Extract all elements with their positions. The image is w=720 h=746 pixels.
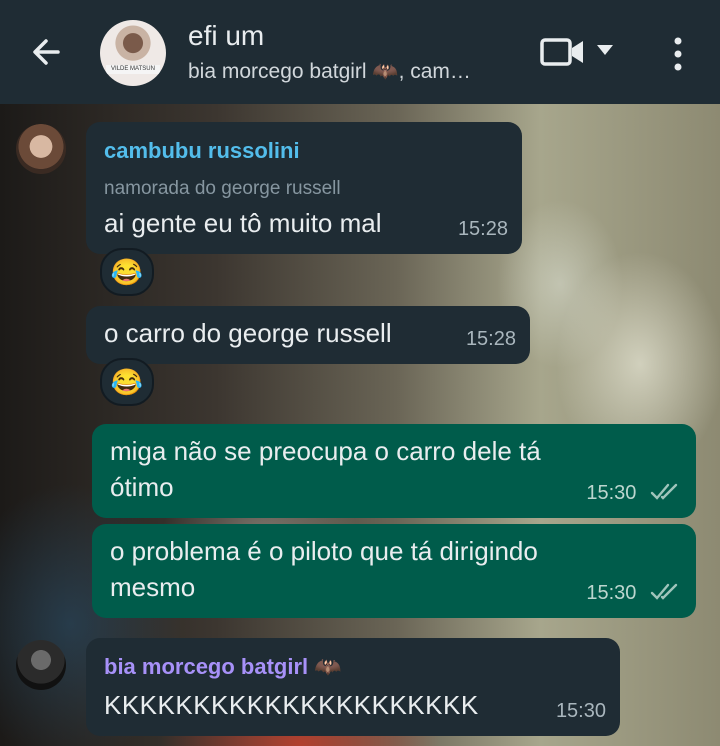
message-bubble[interactable]: cambubu russolini namorada do george rus… xyxy=(86,122,522,254)
video-camera-icon[interactable] xyxy=(540,36,586,68)
sender-name[interactable]: cambubu russolini xyxy=(104,134,300,168)
message-text-line: o problema é o piloto que tá dirigindo xyxy=(110,536,538,566)
message-text: o carro do george russell xyxy=(104,318,392,348)
caret-down-icon[interactable] xyxy=(596,44,614,56)
group-members[interactable]: bia morcego batgirl 🦇, cam… xyxy=(188,60,471,84)
double-check-icon xyxy=(650,483,678,500)
arrow-left-icon[interactable] xyxy=(28,34,64,70)
message-time: 15:30 xyxy=(586,582,637,604)
chat-header: VILDE MATSUN efi um bia morcego batgirl … xyxy=(0,0,720,104)
message-text: KKKKKKKKKKKKKKKKKKKKK xyxy=(104,690,479,720)
message-text-line: ótimo xyxy=(110,472,174,502)
sender-avatar-bia[interactable] xyxy=(16,640,66,690)
message-text-line: miga não se preocupa o carro dele tá xyxy=(110,436,541,466)
group-avatar-caption: VILDE MATSUN xyxy=(106,65,160,74)
more-vertical-icon[interactable] xyxy=(670,36,686,72)
reaction-badge[interactable]: 😂 xyxy=(100,358,154,406)
message-bubble-outgoing[interactable]: o problema é o piloto que tá dirigindo m… xyxy=(92,524,696,618)
message-meta: 15:30 xyxy=(586,476,680,510)
double-check-icon xyxy=(650,583,678,600)
message-time: 15:30 xyxy=(555,700,606,722)
message-text: ai gente eu tô muito mal xyxy=(104,208,382,238)
message-time: 15:30 xyxy=(586,482,637,504)
laughing-emoji-icon: 😂 xyxy=(110,257,144,287)
laughing-emoji-icon: 😂 xyxy=(110,367,144,397)
message-meta: 15:30 xyxy=(586,576,680,610)
message-bubble[interactable]: o carro do george russell 15:28 xyxy=(86,306,530,364)
message-text-line: mesmo xyxy=(110,572,196,602)
group-name[interactable]: efi um xyxy=(188,20,264,52)
sender-name[interactable]: bia morcego batgirl 🦇 xyxy=(104,650,342,684)
message-time: 15:28 xyxy=(465,328,516,350)
reaction-badge[interactable]: 😂 xyxy=(100,248,154,296)
message-bubble-outgoing[interactable]: miga não se preocupa o carro dele tá óti… xyxy=(92,424,696,518)
sender-avatar-cambubu[interactable] xyxy=(16,124,66,174)
message-bubble[interactable]: bia morcego batgirl 🦇 KKKKKKKKKKKKKKKKKK… xyxy=(86,638,620,736)
message-time: 15:28 xyxy=(457,218,508,240)
group-avatar[interactable]: VILDE MATSUN xyxy=(100,20,166,86)
sender-subtitle: namorada do george russell xyxy=(104,178,341,199)
